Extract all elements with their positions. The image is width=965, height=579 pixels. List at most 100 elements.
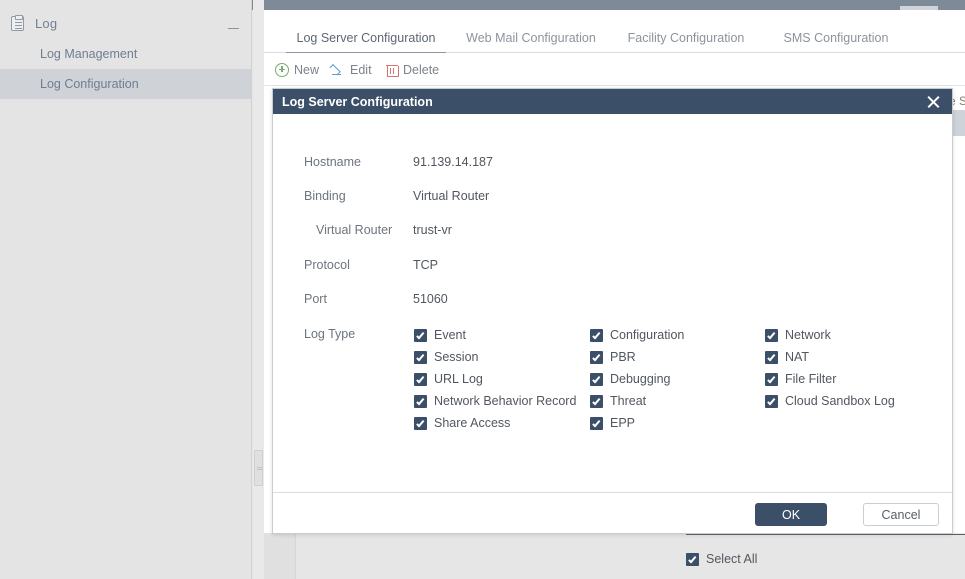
cancel-button[interactable]: Cancel <box>863 503 939 526</box>
log-type-checkbox[interactable]: Event <box>414 326 466 344</box>
log-type-label: Share Access <box>434 416 511 430</box>
log-type-checkbox[interactable]: Network Behavior Record <box>414 392 576 410</box>
field-label: Binding <box>304 189 346 203</box>
tab-label: Web Mail Configuration <box>466 30 596 45</box>
tab-label: Facility Configuration <box>627 30 745 45</box>
log-type-label: URL Log <box>434 372 483 386</box>
log-type-checkbox[interactable]: Threat <box>590 392 646 410</box>
edit-button[interactable]: Edit <box>331 60 372 79</box>
log-type-label: File Filter <box>785 372 837 386</box>
checkbox-box <box>686 552 699 566</box>
pencil-icon <box>331 63 345 77</box>
log-type-label: Session <box>434 350 479 364</box>
checkbox-box <box>765 328 778 342</box>
field-row-virtual-router: Virtual Router trust-vr <box>273 223 952 243</box>
cancel-button-label: Cancel <box>881 507 921 522</box>
checkbox-box <box>414 372 427 386</box>
log-server-configuration-dialog: Log Server Configuration Hostname 91.139… <box>272 88 965 566</box>
clipboard-icon <box>11 15 24 31</box>
divider <box>686 534 965 535</box>
select-all-checkbox[interactable]: Select All <box>686 550 757 568</box>
log-type-checkbox[interactable]: Cloud Sandbox Log <box>765 392 895 410</box>
log-type-label: Cloud Sandbox Log <box>785 394 895 408</box>
checkbox-box <box>414 416 427 430</box>
field-row-protocol: Protocol TCP <box>273 258 952 278</box>
tab-web-mail-configuration[interactable]: Web Mail Configuration <box>456 22 606 53</box>
checkbox-box <box>765 350 778 364</box>
log-type-label: Network Behavior Record <box>434 394 577 408</box>
delete-button[interactable]: Delete <box>386 60 439 79</box>
tab-facility-configuration[interactable]: Facility Configuration <box>616 22 756 53</box>
field-value-binding: Virtual Router <box>413 189 490 203</box>
checkbox-box <box>590 328 603 342</box>
minimize-icon[interactable] <box>228 22 239 35</box>
new-button[interactable]: New <box>275 60 319 79</box>
log-type-checkbox[interactable]: Share Access <box>414 414 510 432</box>
sidebar-item-label: Log Configuration <box>40 77 139 91</box>
select-all-label: Select All <box>706 552 758 566</box>
sidebar-scrollbar-thumb[interactable] <box>254 450 263 486</box>
field-label: Virtual Router <box>316 223 393 237</box>
log-type-checkbox[interactable]: NAT <box>765 348 809 366</box>
checkbox-box <box>414 394 427 408</box>
field-value-port: 51060 <box>413 292 448 306</box>
field-value-virtual-router: trust-vr <box>413 223 452 237</box>
field-value-protocol: TCP <box>413 258 438 272</box>
sidebar-item-log-management[interactable]: Log Management <box>0 39 252 69</box>
field-row-binding: Binding Virtual Router <box>273 189 952 209</box>
toolbar: New Edit Delete <box>264 53 965 86</box>
checkbox-box <box>765 372 778 386</box>
tab-label: Log Server Configuration <box>296 30 436 45</box>
log-type-label: Configuration <box>610 328 685 342</box>
field-row-hostname: Hostname 91.139.14.187 <box>273 155 952 175</box>
checkbox-box <box>414 328 427 342</box>
checkbox-box <box>590 416 603 430</box>
new-button-label: New <box>294 62 320 77</box>
checkbox-box <box>590 372 603 386</box>
sidebar-item-log-configuration[interactable]: Log Configuration <box>0 69 252 99</box>
field-label-log-type: Log Type <box>304 327 356 341</box>
checkbox-box <box>414 350 427 364</box>
dialog-body: Hostname 91.139.14.187 Binding Virtual R… <box>273 114 965 566</box>
close-icon[interactable] <box>925 93 942 110</box>
top-bar <box>252 0 965 10</box>
application-window: Log Log Management Log Configuration Log… <box>0 0 965 579</box>
log-type-label: EPP <box>610 416 636 430</box>
tab-log-server-configuration[interactable]: Log Server Configuration <box>286 22 446 54</box>
log-type-checkbox[interactable]: Session <box>414 348 478 366</box>
log-type-label: NAT <box>785 350 810 364</box>
field-label: Protocol <box>304 258 350 272</box>
log-type-label: Debugging <box>610 372 671 386</box>
log-type-checkbox[interactable]: URL Log <box>414 370 483 388</box>
tab-sms-configuration[interactable]: SMS Configuration <box>766 22 906 53</box>
sidebar-title: Log <box>35 16 58 31</box>
field-row-port: Port 51060 <box>273 292 952 312</box>
ok-button[interactable]: OK <box>755 503 827 526</box>
log-type-checkbox[interactable]: Network <box>765 326 831 344</box>
dialog-footer: OK Cancel <box>273 492 952 533</box>
delete-button-label: Delete <box>403 62 440 77</box>
sidebar-scrollbar-track[interactable] <box>253 0 264 579</box>
tab-label: SMS Configuration <box>783 30 889 45</box>
checkbox-box <box>765 394 778 408</box>
checkbox-box <box>590 394 603 408</box>
log-type-label: Event <box>434 328 466 342</box>
trash-icon <box>386 63 399 77</box>
log-type-label: Network <box>785 328 831 342</box>
edit-button-label: Edit <box>350 62 372 77</box>
log-type-label: PBR <box>610 350 636 364</box>
page-background-gutter <box>264 533 296 579</box>
log-type-checkbox[interactable]: EPP <box>590 414 635 432</box>
dialog-title: Log Server Configuration <box>282 94 433 109</box>
field-label: Hostname <box>304 155 361 169</box>
log-type-label: Threat <box>610 394 647 408</box>
sidebar-header: Log <box>0 10 252 37</box>
log-type-checkbox[interactable]: Configuration <box>590 326 684 344</box>
log-type-checkbox[interactable]: Debugging <box>590 370 670 388</box>
field-label: Port <box>304 292 327 306</box>
field-value-hostname: 91.139.14.187 <box>413 155 493 169</box>
log-type-checkbox[interactable]: PBR <box>590 348 636 366</box>
log-type-checkbox[interactable]: File Filter <box>765 370 836 388</box>
checkbox-box <box>590 350 603 364</box>
dialog-title-bar: Log Server Configuration <box>273 89 952 114</box>
